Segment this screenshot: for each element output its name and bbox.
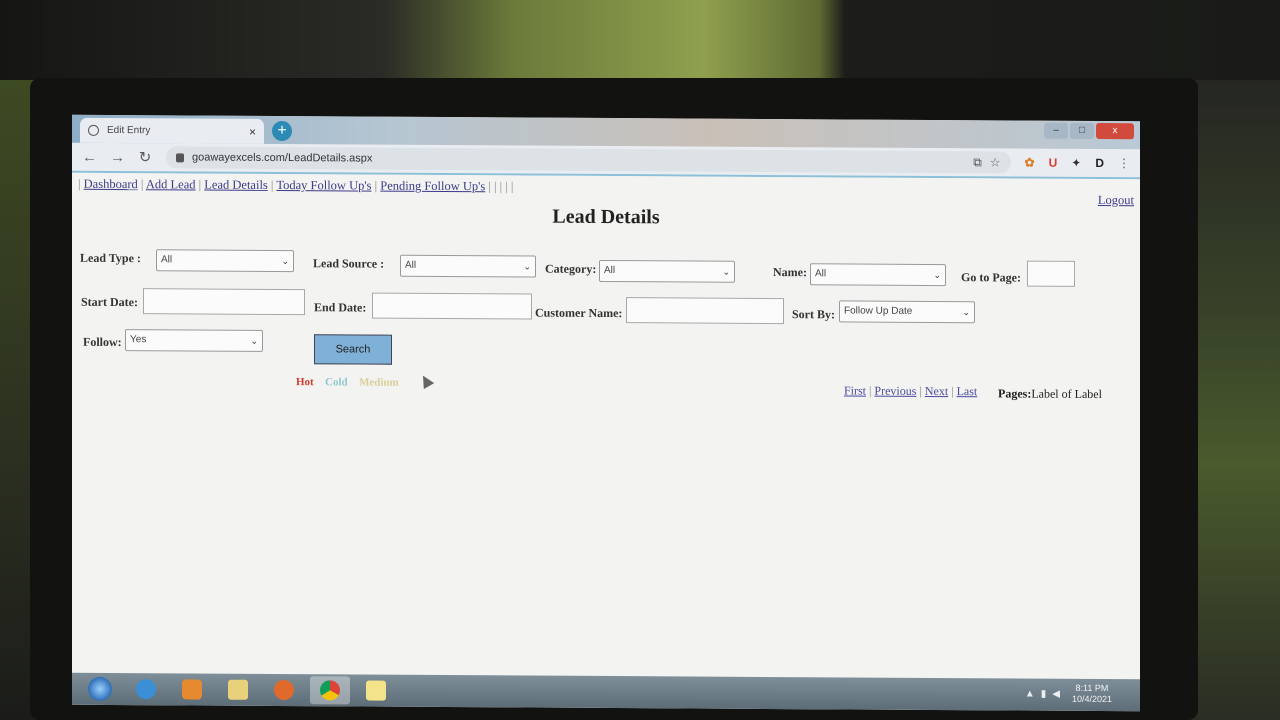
minimize-button[interactable]: –: [1044, 122, 1068, 139]
pager-next-link[interactable]: Next: [925, 384, 948, 398]
clock-time: 8:11 PM: [1075, 682, 1109, 694]
pager: First | Previous | Next | Last: [844, 383, 978, 399]
taskbar-explorer[interactable]: [218, 676, 258, 704]
pager-last-link[interactable]: Last: [957, 384, 978, 398]
nav-link-today-follow-ups[interactable]: Today Follow Up's: [276, 178, 371, 193]
url-text: goawayexcels.com/LeadDetails.aspx: [192, 151, 373, 165]
chevron-down-icon: ⌄: [722, 266, 730, 277]
chevron-down-icon: ⌄: [933, 270, 941, 281]
media-player-icon: [182, 679, 202, 700]
legend-cold: Cold: [325, 376, 348, 389]
firefox-icon: [274, 679, 294, 701]
page-content: | Dashboard | Add Lead | Lead Details | …: [72, 172, 1140, 680]
chevron-down-icon: ⌄: [962, 307, 970, 318]
nav-link-add-lead[interactable]: Add Lead: [146, 177, 196, 191]
clock-date: 10/4/2021: [1071, 693, 1112, 705]
customer-name-input[interactable]: [626, 297, 784, 325]
open-in-app-icon[interactable]: ⧉: [973, 155, 982, 170]
taskbar-firefox[interactable]: [264, 676, 304, 704]
back-arrow-icon[interactable]: ←: [82, 148, 97, 165]
background-wall: [0, 0, 1280, 80]
system-tray: ▲ ▮ ◀: [1025, 689, 1060, 700]
close-tab-icon[interactable]: ×: [249, 124, 256, 138]
sort-by-select[interactable]: Follow Up Date ⌄: [839, 300, 975, 324]
go-to-page-label: Go to Page:: [961, 270, 1021, 285]
lead-source-label: Lead Source :: [313, 256, 385, 271]
end-date-label: End Date:: [314, 300, 367, 315]
globe-icon: [88, 124, 99, 136]
taskbar-chrome[interactable]: [310, 676, 350, 705]
name-label: Name:: [773, 265, 807, 280]
lead-type-select[interactable]: All ⌄: [156, 249, 294, 273]
customer-name-label: Customer Name:: [535, 305, 623, 321]
end-date-input[interactable]: [372, 292, 532, 320]
tab-title: Edit Entry: [107, 124, 151, 137]
mouse-cursor-icon: [417, 372, 435, 390]
chevron-down-icon: ⌄: [250, 335, 258, 346]
page-title: Lead Details: [552, 205, 660, 229]
maximize-button[interactable]: □: [1070, 122, 1094, 139]
reload-icon[interactable]: ↻: [138, 148, 152, 166]
pages-label: Pages:: [998, 386, 1032, 401]
logout-link[interactable]: Logout: [1098, 193, 1134, 208]
sort-by-label: Sort By:: [792, 307, 835, 322]
category-select[interactable]: All ⌄: [599, 259, 735, 283]
window-controls: – □ x: [1044, 122, 1134, 140]
clock[interactable]: 8:11 PM 10/4/2021: [1072, 683, 1112, 705]
volume-icon[interactable]: ◀: [1052, 689, 1060, 700]
legend-hot: Hot: [296, 376, 314, 389]
pager-previous-link[interactable]: Previous: [874, 384, 916, 398]
nav-link-pending-follow-ups[interactable]: Pending Follow Up's: [380, 179, 485, 194]
nav-trailing-separators: | | | | |: [488, 179, 514, 194]
extensions-area: ✿ U ✦ D ⋮: [1025, 156, 1130, 171]
taskbar-ie[interactable]: [126, 675, 166, 703]
legend-medium: Medium: [359, 376, 399, 389]
nav-link-dashboard[interactable]: Dashboard: [84, 177, 138, 191]
chrome-icon: [320, 680, 340, 701]
lead-source-select[interactable]: All ⌄: [400, 254, 536, 278]
start-button[interactable]: [80, 675, 120, 703]
bookmark-star-icon[interactable]: ☆: [990, 155, 1001, 169]
puzzle-icon[interactable]: ✦: [1071, 156, 1081, 170]
new-tab-button[interactable]: +: [272, 120, 292, 142]
forward-arrow-icon[interactable]: →: [110, 148, 125, 165]
start-date-input[interactable]: [143, 288, 305, 316]
windows-taskbar: ▲ ▮ ◀ 8:11 PM 10/4/2021: [72, 672, 1140, 712]
profile-icon[interactable]: D: [1095, 156, 1104, 170]
category-label: Category:: [545, 261, 597, 276]
extension-icon[interactable]: ✿: [1025, 156, 1035, 170]
follow-select[interactable]: Yes ⌄: [125, 329, 263, 352]
menu-kebab-icon[interactable]: ⋮: [1118, 156, 1130, 170]
chevron-down-icon: ⌄: [523, 261, 531, 272]
nav-link-lead-details[interactable]: Lead Details: [204, 178, 268, 192]
browser-tab[interactable]: Edit Entry ×: [80, 117, 264, 144]
show-hidden-icons[interactable]: ▲: [1025, 689, 1035, 700]
follow-label: Follow:: [83, 334, 122, 350]
address-bar[interactable]: goawayexcels.com/LeadDetails.aspx ⧉ ☆: [166, 146, 1011, 174]
pages-indicator: Pages:Label of Label: [998, 386, 1102, 402]
pager-first-link[interactable]: First: [844, 383, 866, 397]
top-navigation: | Dashboard | Add Lead | Lead Details | …: [78, 176, 514, 194]
sticky-notes-icon: [366, 680, 386, 701]
close-window-button[interactable]: x: [1096, 122, 1134, 140]
lead-type-label: Lead Type :: [80, 250, 141, 266]
lock-icon: [176, 152, 184, 162]
taskbar-notes[interactable]: [356, 676, 396, 704]
search-button[interactable]: Search: [314, 334, 392, 365]
name-select[interactable]: All ⌄: [810, 263, 946, 287]
monitor-screen: Edit Entry × + – □ x ← → ↻ goawayexcels.…: [72, 114, 1140, 712]
folder-icon: [228, 679, 248, 700]
taskbar-media[interactable]: [172, 675, 212, 703]
ublock-icon[interactable]: U: [1049, 156, 1058, 170]
pages-value: Label of Label: [1031, 386, 1102, 402]
chevron-down-icon: ⌄: [281, 256, 289, 267]
network-icon[interactable]: ▮: [1041, 689, 1047, 700]
internet-explorer-icon: [136, 679, 156, 700]
start-date-label: Start Date:: [81, 294, 138, 310]
windows-start-icon: [88, 676, 112, 701]
go-to-page-input[interactable]: [1027, 260, 1075, 287]
